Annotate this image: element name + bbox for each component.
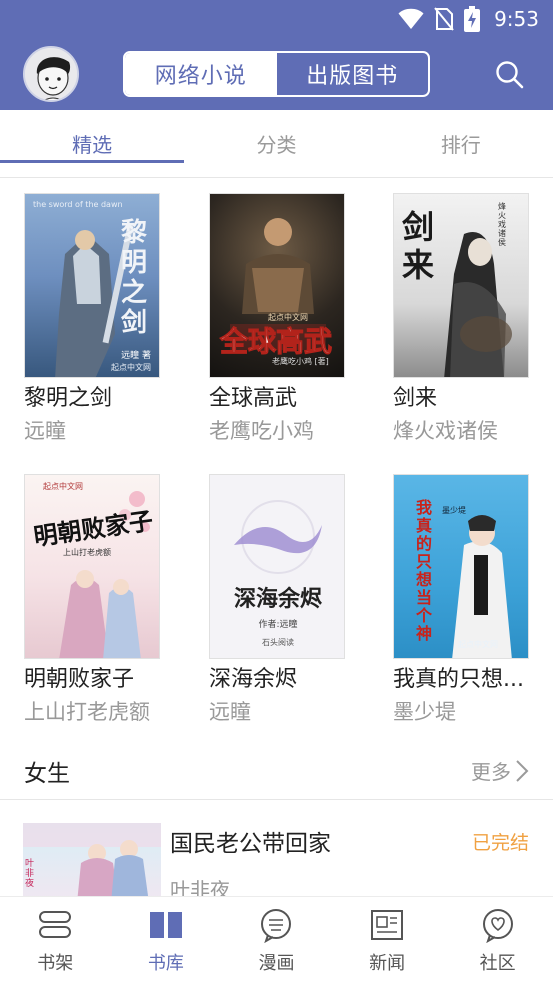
status-bar: 9:53 <box>0 0 553 38</box>
tab-rankings[interactable]: 排行 <box>369 110 553 177</box>
tab-categories[interactable]: 分类 <box>184 110 368 177</box>
book-cover[interactable]: 起点中文网 全球高武 老鹰吃小鸡 [著] <box>209 193 345 378</box>
book-card[interactable]: 起点中文网 明朝败家子 上山打老虎额 明朝败家子 上山打老虎额 <box>24 474 194 727</box>
book-title: 深海余烬 <box>209 667 298 692</box>
list-item-title: 国民老公带回家 <box>170 831 331 857</box>
book-title: 剑来 <box>393 386 438 411</box>
status-time: 9:53 <box>494 7 539 31</box>
list-item-cover[interactable]: 叶非夜 <box>23 823 161 900</box>
section-title: 女生 <box>24 761 70 787</box>
book-card[interactable]: 我真的只想当个神 墨少堤 起点中文网 我真的只想... 墨少堤 <box>393 474 553 727</box>
top-header: 9:53 网络小说 出版图书 <box>0 0 553 110</box>
cover-title: 深海余烬 <box>233 587 322 612</box>
avatar-illustration <box>25 48 77 100</box>
nav-community[interactable]: 社区 <box>442 897 553 983</box>
cover-subtitle: the sword of the dawn <box>33 200 123 209</box>
wifi-icon <box>398 8 424 29</box>
book-card[interactable]: 深海余烬 作者:远瞳 石头阅读 深海余烬 远瞳 <box>209 474 379 727</box>
cover-publisher: 起点中文网 <box>111 363 151 372</box>
segment-published-books[interactable]: 出版图书 <box>277 53 429 95</box>
comic-icon <box>261 909 292 943</box>
book-author: 远瞳 <box>209 700 251 724</box>
nav-book-library[interactable]: 书库 <box>111 897 222 983</box>
nav-label: 书库 <box>147 953 184 974</box>
category-segmented-control: 网络小说 出版图书 <box>123 51 430 97</box>
book-title: 黎明之剑 <box>24 386 113 411</box>
nav-label: 新闻 <box>369 953 406 974</box>
book-cover[interactable]: 我真的只想当个神 墨少堤 起点中文网 <box>393 474 529 659</box>
nav-label: 社区 <box>479 953 516 974</box>
cover-author: 墨少堤 <box>442 506 466 515</box>
cover-author: 烽火戏诸侯 <box>498 202 506 247</box>
list-item[interactable]: 叶非夜 国民老公带回家 已完结 叶非夜 <box>0 800 553 900</box>
book-author: 老鹰吃小鸡 <box>209 419 314 443</box>
book-card[interactable]: the sword of the dawn 黎明之剑 远瞳 著 起点中文网 黎明… <box>24 193 194 446</box>
book-author: 上山打老虎额 <box>24 700 150 724</box>
book-card[interactable]: 起点中文网 全球高武 老鹰吃小鸡 [著] 全球高武 老鹰吃小鸡 <box>209 193 379 446</box>
cover-publisher: 石头阅读 <box>262 638 294 647</box>
segment-web-novels[interactable]: 网络小说 <box>125 53 277 95</box>
more-link[interactable]: 更多 <box>471 756 529 785</box>
book-library-icon <box>149 912 182 938</box>
nav-news[interactable]: 新闻 <box>332 897 443 983</box>
search-icon[interactable] <box>495 60 525 90</box>
nav-comics[interactable]: 漫画 <box>221 897 332 983</box>
book-cover[interactable]: 起点中文网 明朝败家子 上山打老虎额 <box>24 474 160 659</box>
book-cover[interactable]: the sword of the dawn 黎明之剑 远瞳 著 起点中文网 <box>24 193 160 378</box>
cover-title: 黎明之剑 <box>121 218 148 338</box>
cover-publisher: 起点中文网 <box>43 482 83 491</box>
status-badge: 已完结 <box>471 832 529 854</box>
book-card[interactable]: 剑来 烽火戏诸侯 剑来 烽火戏诸侯 <box>393 193 553 446</box>
cover-title: 剑来 <box>402 208 435 284</box>
chevron-right-icon <box>516 759 529 782</box>
list-cover-author: 叶非夜 <box>25 859 35 889</box>
book-author: 烽火戏诸侯 <box>393 419 498 443</box>
book-author: 远瞳 <box>24 419 66 443</box>
community-icon <box>482 909 513 943</box>
book-author: 墨少堤 <box>393 700 456 724</box>
sub-tabs: 精选 分类 排行 <box>0 110 553 178</box>
no-sim-icon <box>434 7 454 31</box>
cover-author: 上山打老虎额 <box>63 548 111 557</box>
section-header-female: 女生 更多 <box>0 742 553 800</box>
more-label: 更多 <box>471 760 511 784</box>
cover-author: 老鹰吃小鸡 [著] <box>272 357 329 366</box>
book-cover[interactable]: 剑来 烽火戏诸侯 <box>393 193 529 378</box>
tab-featured[interactable]: 精选 <box>0 110 185 177</box>
nav-label: 漫画 <box>258 953 295 974</box>
book-cover[interactable]: 深海余烬 作者:远瞳 石头阅读 <box>209 474 345 659</box>
book-title: 明朝败家子 <box>24 667 135 692</box>
news-icon <box>371 910 404 940</box>
cover-publisher: 起点中文网 <box>458 640 498 649</box>
cover-title: 全球高武 <box>219 325 333 359</box>
book-title: 我真的只想... <box>393 667 524 692</box>
nav-label: 书架 <box>37 953 74 974</box>
book-title: 全球高武 <box>209 386 298 411</box>
bookshelf-icon <box>39 911 72 938</box>
nav-bookshelf[interactable]: 书架 <box>0 897 111 983</box>
cover-author: 作者:远瞳 <box>258 620 298 630</box>
battery-charging-icon <box>464 6 481 32</box>
cover-author: 远瞳 著 <box>121 351 151 361</box>
cover-title: 我真的只想当个神 <box>416 498 433 643</box>
avatar[interactable] <box>23 46 79 102</box>
app-bar: 网络小说 出版图书 <box>0 38 553 110</box>
bottom-navigation: 书架 书库 漫画 新闻 社区 <box>0 896 553 983</box>
